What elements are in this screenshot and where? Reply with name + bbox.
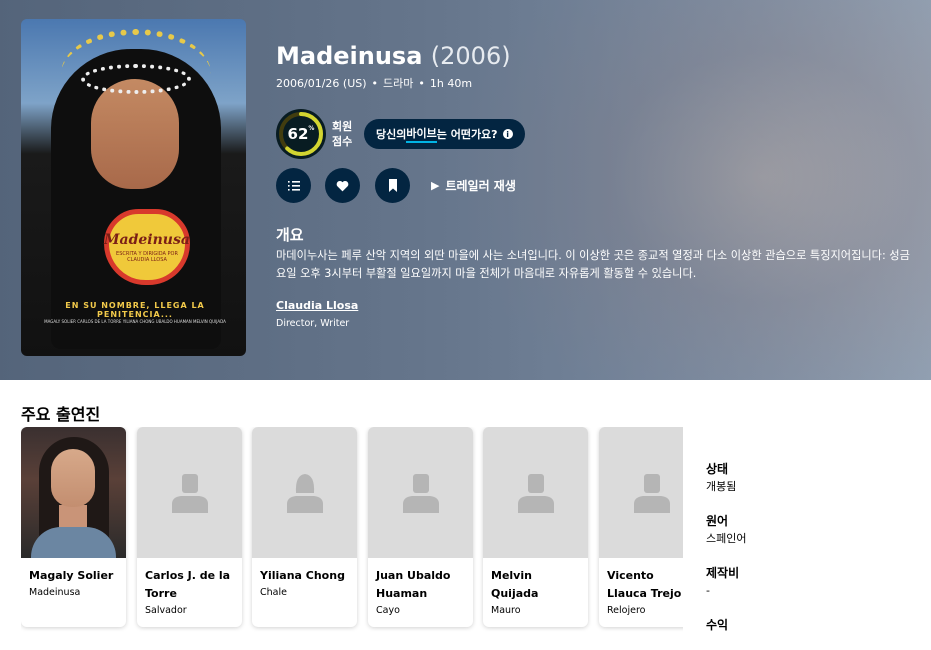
release-date: 2006/01/26 (US) [276,77,367,90]
photo-clothing [31,527,116,558]
fact-original-language: 원어 스페인어 [706,512,906,548]
cast-photo-placeholder[interactable] [368,427,473,558]
user-placeholder-icon [633,473,670,513]
play-icon: ▶ [431,179,440,192]
poster-title: Madeinusa [104,231,190,248]
movie-year: (2006) [430,42,511,70]
movie-facts: 2006/01/26 (US) • 드라마 • 1h 40m [276,75,472,91]
add-to-list-button[interactable] [276,168,311,203]
cast-card[interactable]: Melvin Quijada Mauro [483,427,588,627]
fact-revenue: 수익 [706,616,906,634]
overview-heading: 개요 [276,226,304,244]
score-area: 62% 회원 점수 당신의 바이브 는 어떤가요? i [276,109,525,159]
vibe-prefix: 당신의 [376,128,407,141]
cast-character: Chale [260,587,287,598]
runtime: 1h 40m [429,77,473,90]
poster-cast-line: MAGALY SOLIER CARLOS DE LA TORRE YILIANA… [44,319,226,324]
fact-value: 스페인어 [706,532,747,545]
cast-card[interactable]: Juan Ubaldo Huaman Cayo [368,427,473,627]
fact-value: - [706,584,710,597]
score-percent: % [308,125,315,132]
cast-photo-placeholder[interactable] [599,427,683,558]
crew-job: Director, Writer [276,318,350,329]
separator-dot: • [371,77,379,90]
score-number: 62 [287,125,309,143]
score-label: 회원 점수 [332,120,353,148]
user-score-chart[interactable]: 62% [276,109,326,159]
cast-character: Madeinusa [29,587,81,598]
watchlist-button[interactable] [375,168,410,203]
cast-name[interactable]: Magaly Solier [21,558,126,585]
vibe-button[interactable]: 당신의 바이브 는 어떤가요? i [364,119,525,149]
user-placeholder-icon [402,473,439,513]
movie-header: Madeinusa ESCRITA Y DIRIGIDA POR CLAUDIA… [0,0,931,380]
fact-label: 제작비 [706,566,740,580]
fact-status: 상태 개봉됨 [706,460,906,496]
trailer-label: 트레일러 재생 [445,179,516,193]
user-placeholder-icon [517,473,554,513]
cast-character: Mauro [491,605,521,616]
cast-name[interactable]: Yiliana Chong [252,558,357,585]
cast-photo[interactable] [21,427,126,558]
play-trailer-button[interactable]: ▶ 트레일러 재생 [431,177,516,194]
genre-link[interactable]: 드라마 [383,77,413,90]
user-placeholder-female-icon [286,473,323,513]
fact-label: 원어 [706,514,729,528]
info-icon[interactable]: i [502,129,513,139]
photo-face [51,449,95,507]
cast-character: Salvador [145,605,187,616]
poster-face [91,79,179,189]
vibe-word: 바이브 [406,125,437,143]
fact-budget: 제작비 - [706,564,906,600]
poster-credit: ESCRITA Y DIRIGIDA POR CLAUDIA LLOSA [116,250,178,263]
movie-title-text[interactable]: Madeinusa [276,42,422,70]
cast-photo-placeholder[interactable] [137,427,242,558]
fact-label: 수익 [706,618,729,632]
cast-card[interactable]: Yiliana Chong Chale [252,427,357,627]
movie-title: Madeinusa (2006) [276,42,511,70]
cast-scroller[interactable]: Magaly Solier Madeinusa Carlos J. de la … [21,427,683,639]
cast-character: Relojero [607,605,646,616]
heart-icon [336,180,349,191]
fact-label: 상태 [706,462,729,476]
favorite-button[interactable] [325,168,360,203]
cast-heading: 주요 출연진 [21,405,101,424]
cast-name[interactable]: Carlos J. de la Torre [137,558,242,603]
poster-lace [81,64,191,94]
movie-poster[interactable]: Madeinusa ESCRITA Y DIRIGIDA POR CLAUDIA… [21,19,246,356]
bookmark-icon [388,179,397,192]
list-icon [287,180,300,191]
fact-value: 개봉됨 [706,480,737,493]
crew-name-link[interactable]: Claudia Llosa [276,299,358,312]
cast-card[interactable]: Magaly Solier Madeinusa [21,427,126,627]
overview-text: 마데이누사는 페루 산악 지역의 외딴 마을에 사는 소녀입니다. 이 이상한 … [276,249,910,280]
cast-card[interactable]: Vicento Llauca Trejo Relojero [599,427,683,627]
movie-facts-sidebar: 상태 개봉됨 원어 스페인어 제작비 - 수익 [706,460,906,650]
cast-name[interactable]: Juan Ubaldo Huaman [368,558,473,603]
cast-photo-placeholder[interactable] [483,427,588,558]
cast-character: Cayo [376,605,400,616]
poster-heart-logo: Madeinusa ESCRITA Y DIRIGIDA POR CLAUDIA… [104,209,190,285]
separator-dot: • [418,77,425,90]
user-placeholder-icon [171,473,208,513]
cast-name[interactable]: Vicento Llauca Trejo [599,558,683,603]
cast-photo-placeholder[interactable] [252,427,357,558]
cast-card[interactable]: Carlos J. de la Torre Salvador [137,427,242,627]
poster-tagline: EN SU NOMBRE, LLEGA LA PENITENCIA... [65,301,205,319]
score-value: 62% [288,125,315,143]
vibe-suffix: 는 어떤가요? [436,128,498,141]
cast-name[interactable]: Melvin Quijada [483,558,588,603]
